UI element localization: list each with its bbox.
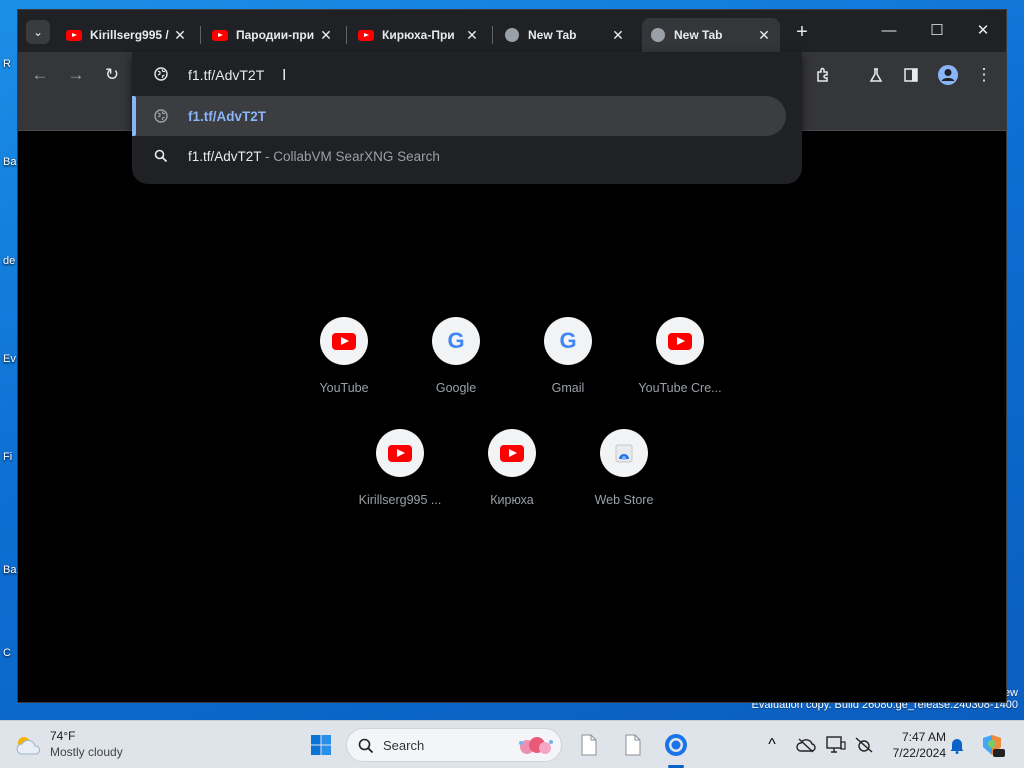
- desktop-icon-label[interactable]: Ev: [3, 353, 16, 365]
- file-icon[interactable]: [573, 729, 605, 761]
- suggestion-text: f1.tf/AdvT2T - CollabVM SearXNG Search: [188, 149, 440, 164]
- bell-icon[interactable]: [941, 729, 973, 761]
- youtube-icon: [358, 27, 374, 43]
- tab-title: Пародии-при: [236, 28, 315, 42]
- shortcut-tile[interactable]: G Gmail: [512, 317, 624, 417]
- close-icon[interactable]: ✕: [172, 27, 188, 44]
- extensions-icon[interactable]: [810, 62, 836, 88]
- copilot-icon[interactable]: [976, 729, 1008, 761]
- shortcut-label: Web Store: [594, 493, 654, 507]
- reload-button[interactable]: ↻: [99, 62, 125, 88]
- omnibox-dropdown: I f1.tf/AdvT2T f1.tf/AdvT2T - CollabVM S…: [132, 52, 802, 184]
- desktop-icon-label[interactable]: R: [3, 58, 11, 70]
- close-window-button[interactable]: ✕: [960, 10, 1006, 50]
- shortcut-label: Gmail: [551, 381, 585, 395]
- minimize-button[interactable]: —: [866, 10, 912, 50]
- search-label: Search: [383, 738, 425, 753]
- globe-icon: [154, 67, 168, 81]
- tab-strip: ⌄ Kirillserg995 / ✕ Пародии-при ✕ Кирюха…: [18, 10, 1006, 52]
- tab[interactable]: New Tab ✕: [496, 18, 634, 52]
- globe-icon: [504, 27, 520, 43]
- google-icon: G: [544, 317, 592, 365]
- shortcut-label: YouTube: [319, 381, 369, 395]
- chevron-down-icon: ⌄: [32, 25, 44, 39]
- shortcut-tile[interactable]: Kirillserg995 ...: [344, 429, 456, 529]
- taskbar: 74°F Mostly cloudy Search ^ 7:47 AM 7/22…: [0, 720, 1024, 768]
- shortcut-label: YouTube Cre...: [638, 381, 722, 395]
- tab-title: New Tab: [674, 28, 723, 42]
- search-icon: [154, 149, 168, 163]
- file-icon[interactable]: [617, 729, 649, 761]
- shortcut-tile[interactable]: Web Store: [568, 429, 680, 529]
- tab-search-button[interactable]: ⌄: [26, 20, 50, 44]
- close-icon[interactable]: ✕: [756, 27, 772, 44]
- network-icon[interactable]: [848, 729, 880, 761]
- address-bar-input[interactable]: [188, 65, 688, 85]
- menu-button[interactable]: ⋮: [971, 62, 997, 88]
- tab[interactable]: Kirillserg995 / ✕: [58, 18, 196, 52]
- shortcut-tile[interactable]: YouTube Cre...: [624, 317, 736, 417]
- tab[interactable]: Пародии-при ✕: [204, 18, 342, 52]
- new-tab-button[interactable]: +: [790, 20, 814, 44]
- forward-button[interactable]: →: [63, 62, 89, 88]
- labs-flask-icon[interactable]: [863, 62, 889, 88]
- maximize-button[interactable]: ☐: [914, 10, 960, 50]
- shortcut-label: Kirillserg995 ...: [358, 493, 442, 507]
- taskbar-search[interactable]: Search: [346, 728, 562, 762]
- suggestion-description: - CollabVM SearXNG Search: [261, 148, 440, 164]
- shortcut-label: Google: [435, 381, 477, 395]
- cloud-icon: [16, 737, 40, 755]
- tab-title: Kirillserg995 /: [90, 28, 169, 42]
- tray-overflow-icon[interactable]: ^: [757, 729, 787, 761]
- back-button[interactable]: ←: [27, 62, 53, 88]
- weather-temperature: 74°F: [50, 729, 76, 743]
- youtube-icon: [376, 429, 424, 477]
- omnibox-suggestion[interactable]: f1.tf/AdvT2T - CollabVM SearXNG Search: [132, 136, 786, 176]
- search-highlight-icon: [519, 737, 553, 754]
- close-icon[interactable]: ✕: [464, 27, 480, 44]
- search-icon: [358, 738, 374, 754]
- shortcut-tile[interactable]: G Google: [400, 317, 512, 417]
- youtube-icon: [320, 317, 368, 365]
- shortcut-tile[interactable]: Кирюха: [456, 429, 568, 529]
- globe-icon: [154, 109, 168, 123]
- side-panel-icon[interactable]: [898, 62, 924, 88]
- browser-window: ⌄ Kirillserg995 / ✕ Пародии-при ✕ Кирюха…: [18, 10, 1006, 702]
- globe-icon: [650, 27, 666, 43]
- tab-title: New Tab: [528, 28, 577, 42]
- windows-logo-icon: [311, 735, 331, 755]
- clock-date: 7/22/2024: [892, 746, 946, 760]
- youtube-icon: [66, 27, 82, 43]
- web-store-icon: [600, 429, 648, 477]
- shortcut-tile[interactable]: YouTube: [288, 317, 400, 417]
- shortcut-label: Кирюха: [490, 493, 534, 507]
- desktop-icon-label[interactable]: Ba: [3, 564, 16, 576]
- tab[interactable]: Кирюха-При ✕: [350, 18, 488, 52]
- desktop-icon-label[interactable]: Fi: [3, 451, 12, 463]
- clock-time: 7:47 AM: [901, 730, 946, 744]
- omnibox-suggestion[interactable]: f1.tf/AdvT2T: [132, 96, 786, 136]
- start-button[interactable]: [305, 729, 337, 761]
- tab-title: Кирюха-При: [382, 28, 455, 42]
- close-icon[interactable]: ✕: [610, 27, 626, 44]
- weather-condition: Mostly cloudy: [50, 745, 123, 759]
- desktop-icon-label[interactable]: de: [3, 255, 15, 267]
- suggestion-query: f1.tf/AdvT2T: [188, 148, 262, 164]
- google-icon: G: [432, 317, 480, 365]
- chrome-icon[interactable]: [660, 729, 692, 761]
- clock[interactable]: 7:47 AM 7/22/2024: [880, 729, 946, 761]
- tab-active[interactable]: New Tab ✕: [642, 18, 780, 52]
- omnibox[interactable]: I: [132, 52, 802, 96]
- youtube-icon: [212, 27, 228, 43]
- youtube-icon: [656, 317, 704, 365]
- suggestion-text: f1.tf/AdvT2T: [188, 108, 267, 124]
- desktop-icon-label[interactable]: C: [3, 647, 11, 659]
- desktop-icon-label[interactable]: Ba: [3, 156, 16, 168]
- profile-avatar-icon[interactable]: [935, 62, 961, 88]
- cloud-sync-icon[interactable]: [790, 729, 822, 761]
- close-icon[interactable]: ✕: [318, 27, 334, 44]
- text-cursor-icon: I: [282, 67, 287, 84]
- youtube-icon: [488, 429, 536, 477]
